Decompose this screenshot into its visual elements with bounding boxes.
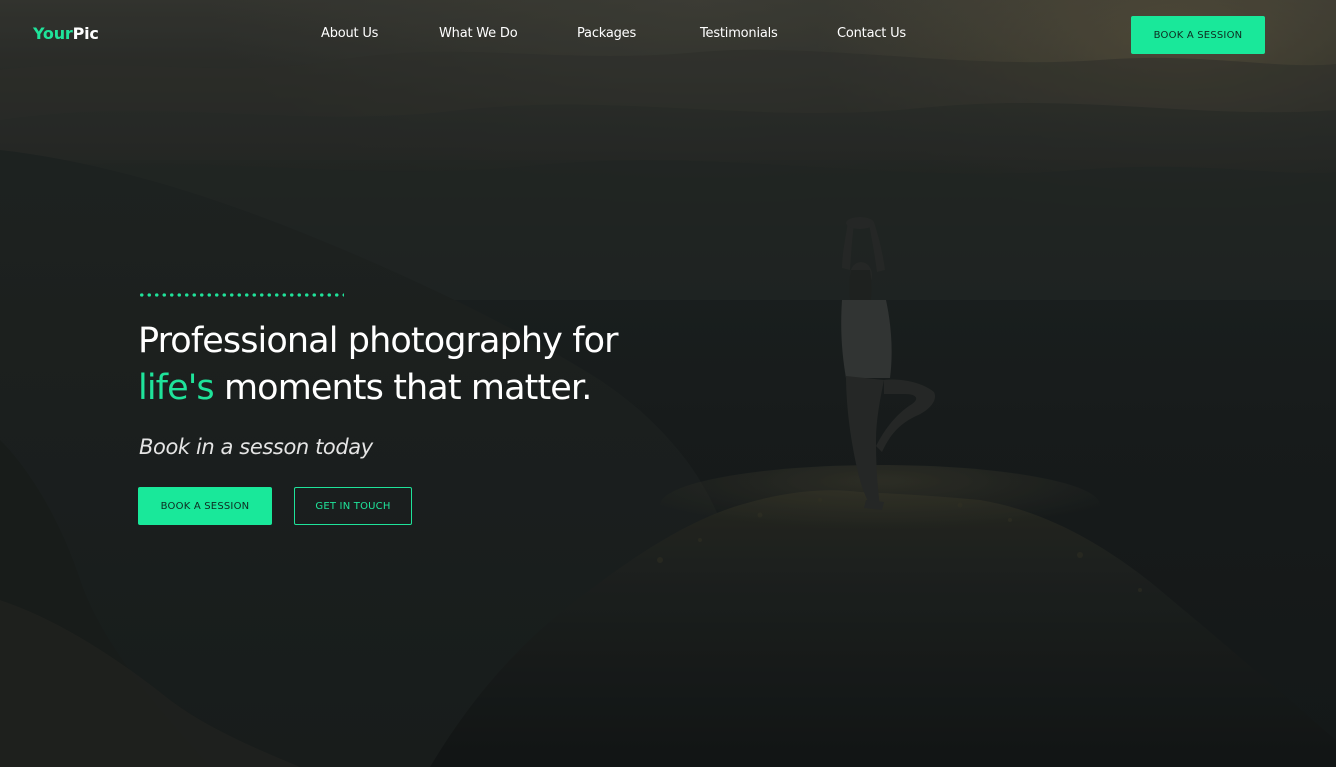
hero-headline-accent: life's — [138, 368, 215, 408]
nav-item-testimonials[interactable]: Testimonials — [700, 26, 778, 41]
brand-logo-part2: Pic — [72, 24, 99, 43]
brand-logo[interactable]: YourPic — [33, 24, 99, 43]
hero-headline-line1: Professional photography for — [138, 321, 619, 361]
dotted-divider — [138, 293, 344, 297]
hero-subheadline: Book in a sesson today — [139, 435, 373, 459]
nav-item-about-us[interactable]: About Us — [321, 26, 378, 41]
header-book-session-button[interactable]: BOOK A SESSION — [1131, 16, 1265, 54]
nav-item-contact-us[interactable]: Contact Us — [837, 26, 906, 41]
nav-item-what-we-do[interactable]: What We Do — [439, 26, 518, 41]
book-session-button[interactable]: BOOK A SESSION — [138, 487, 272, 525]
nav-item-packages[interactable]: Packages — [577, 26, 636, 41]
get-in-touch-button[interactable]: GET IN TOUCH — [294, 487, 412, 525]
brand-logo-part1: Your — [33, 24, 73, 43]
hero-section: YourPic About Us What We Do Packages Tes… — [0, 0, 1336, 767]
hero-headline: Professional photography for life's mome… — [138, 318, 619, 412]
hero-headline-rest: moments that matter. — [213, 368, 592, 408]
